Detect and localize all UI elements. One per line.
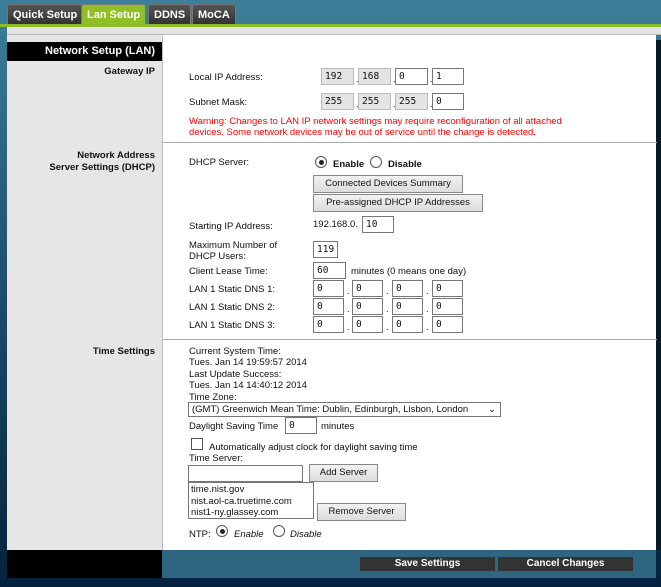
subnet-octet-2: 255 [358,93,391,110]
static-dns-2-octet-1[interactable]: 0 [313,298,344,315]
dhcp-enable-label: Enable [333,159,365,170]
time-server-item[interactable]: nist.aol-ca.truetime.com [191,496,311,508]
left-panel [7,35,162,550]
last-update-value: Tues. Jan 14 14:40:12 2014 [189,380,307,391]
dot: . [347,304,350,314]
starting-ip-prefix: 192.168.0. [313,219,358,230]
lease-time-label: Client Lease Time: [189,266,268,277]
auto-adjust-label: Automatically adjust clock for daylight … [209,442,418,453]
dhcp-disable-label: Disable [388,159,422,170]
ntp-enable-radio[interactable] [216,525,228,537]
static-dns-label: LAN 1 Static DNS 2: [189,302,276,313]
static-dns-3-octet-4[interactable]: 0 [432,316,463,333]
time-server-list[interactable]: time.nist.gov nist.aol-ca.truetime.com n… [188,482,314,519]
starting-ip-input[interactable]: 10 [362,216,394,233]
time-zone-select[interactable]: (GMT) Greenwich Mean Time: Dublin, Edinb… [188,402,501,417]
dot: . [347,322,350,332]
dhcp-label-2: Server Settings (DHCP) [49,162,155,173]
tab-ddns[interactable]: DDNS [148,4,192,24]
static-dns-3-octet-3[interactable]: 0 [392,316,423,333]
time-server-input[interactable] [188,465,303,482]
time-section-label: Time Settings [92,346,155,357]
static-dns-1-octet-1[interactable]: 0 [313,280,344,297]
dot: . [426,286,429,296]
add-server-button[interactable]: Add Server [309,464,378,482]
dst-label: Daylight Saving Time [189,421,279,432]
tab-moca[interactable]: MoCA [192,4,236,24]
dot: . [426,304,429,314]
local-ip-octet-1: 192 [321,68,354,85]
ntp-label: NTP: [189,529,211,540]
static-dns-label: LAN 1 Static DNS 3: [189,320,276,331]
last-update-label: Last Update Success: [189,369,282,380]
static-dns-1-octet-2[interactable]: 0 [352,280,383,297]
dhcp-section-label: Network Address Server Settings (DHCP) [7,150,162,174]
time-zone-value: (GMT) Greenwich Mean Time: Dublin, Edinb… [192,404,469,415]
footer-left [7,550,162,578]
static-dns-1-octet-3[interactable]: 0 [392,280,423,297]
current-time-value: Tues. Jan 14 19:59:57 2014 [189,357,307,368]
save-settings-button[interactable]: Save Settings [360,557,495,571]
dot: . [386,304,389,314]
lan-warning: Warning: Changes to LAN IP network setti… [189,116,562,138]
cancel-changes-button[interactable]: Cancel Changes [498,557,633,571]
remove-server-button[interactable]: Remove Server [317,503,406,521]
connected-devices-button[interactable]: Connected Devices Summary [313,175,463,193]
divider [163,339,657,340]
subnet-octet-4[interactable]: 0 [432,93,464,110]
max-users-label-1: Maximum Number of [189,240,278,251]
max-users-input[interactable]: 119 [313,241,338,258]
gateway-ip-label: Gateway IP [104,66,155,77]
local-ip-label: Local IP Address: [189,72,263,83]
section-header: Network Setup (LAN) [7,42,162,61]
static-dns-2-octet-2[interactable]: 0 [352,298,383,315]
dot: . [347,286,350,296]
time-server-item[interactable]: time.nist.gov [191,484,311,496]
time-server-item[interactable]: nist1-ny.glassey.com [191,507,311,519]
local-ip-octet-3[interactable]: 0 [395,68,428,85]
static-dns-2-octet-4[interactable]: 0 [432,298,463,315]
static-dns-3-octet-1[interactable]: 0 [313,316,344,333]
subnet-octet-1: 255 [321,93,354,110]
top-bar [7,27,661,35]
ntp-enable-label: Enable [234,529,264,540]
current-time-label: Current System Time: [189,346,281,357]
dhcp-enable-radio[interactable] [315,156,327,168]
tab-quick-setup[interactable]: Quick Setup [7,4,84,24]
dst-unit: minutes [321,421,355,432]
max-users-label-2: DHCP Users: [189,251,246,262]
dst-input[interactable]: 0 [285,417,317,434]
auto-adjust-checkbox[interactable] [191,438,203,450]
lease-time-input[interactable]: 60 [313,262,346,279]
local-ip-octet-2: 168 [358,68,391,85]
static-dns-3-octet-2[interactable]: 0 [352,316,383,333]
chevron-down-icon: ⌄ [488,404,496,415]
time-server-label: Time Server: [189,453,244,464]
dot: . [386,322,389,332]
dot: . [426,322,429,332]
ntp-disable-label: Disable [290,529,322,540]
static-dns-label: LAN 1 Static DNS 1: [189,284,276,295]
starting-ip-label: Starting IP Address: [189,221,273,232]
tab-lan-setup[interactable]: Lan Setup [81,4,147,24]
dot: . [386,286,389,296]
dhcp-label-1: Network Address [77,150,155,161]
scrollbar[interactable] [656,40,661,550]
lease-time-unit: minutes (0 means one day) [351,266,467,277]
static-dns-1-octet-4[interactable]: 0 [432,280,463,297]
local-ip-octet-4[interactable]: 1 [432,68,464,85]
static-dns-2-octet-3[interactable]: 0 [392,298,423,315]
max-users-label: Maximum Number of DHCP Users: [189,240,277,262]
ntp-disable-radio[interactable] [273,525,285,537]
preassigned-dhcp-button[interactable]: Pre-assigned DHCP IP Addresses [313,194,483,212]
subnet-label: Subnet Mask: [189,97,248,108]
dhcp-disable-radio[interactable] [370,156,382,168]
subnet-octet-3: 255 [395,93,428,110]
dhcp-server-label: DHCP Server: [189,157,250,168]
divider [163,142,657,143]
